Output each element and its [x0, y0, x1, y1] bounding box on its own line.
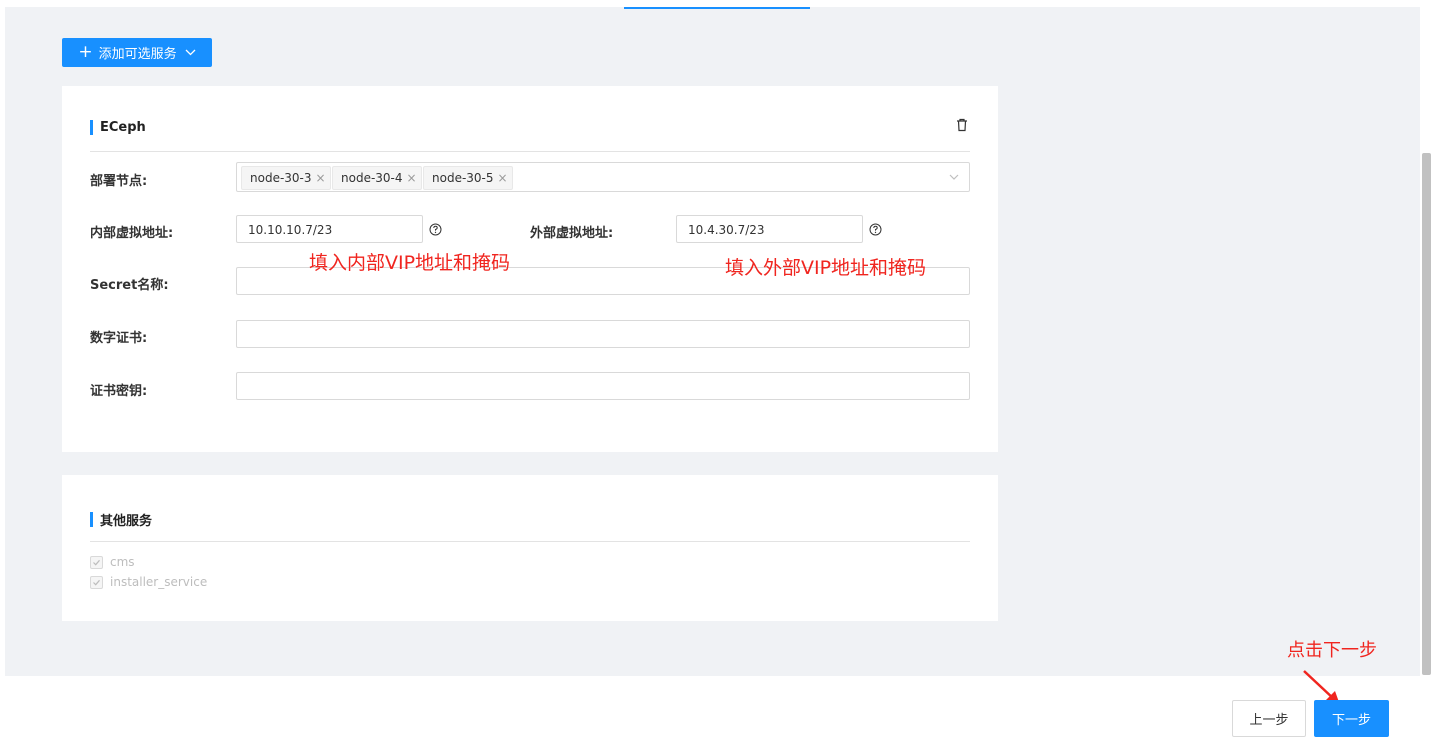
other-services-card: 其他服务 cms installer_service — [62, 475, 998, 621]
checkbox-disabled — [90, 575, 103, 589]
deploy-nodes-label: 部署节点: — [90, 174, 148, 189]
node-tag-label: node-30-4 — [341, 171, 403, 185]
external-vip-annotation: 填入外部VIP地址和掩码 — [725, 257, 927, 279]
chevron-down-icon — [185, 46, 196, 59]
external-vip-label: 外部虚拟地址: — [530, 226, 614, 241]
section-divider — [90, 541, 970, 542]
service-name: installer_service — [110, 575, 208, 589]
plus-icon: + — [78, 42, 93, 62]
certificate-label: 数字证书: — [90, 331, 148, 346]
node-tag-label: node-30-5 — [432, 171, 494, 185]
external-vip-input[interactable]: 10.4.30.7/23 — [676, 215, 863, 243]
active-step-indicator — [624, 7, 810, 9]
help-icon[interactable] — [869, 223, 882, 236]
previous-step-button[interactable]: 上一步 — [1232, 700, 1306, 737]
top-strip — [5, 0, 1420, 7]
node-tag: node-30-3 × — [241, 166, 331, 190]
checkbox-disabled — [90, 555, 103, 569]
cert-key-input[interactable] — [236, 372, 970, 400]
other-services-title-text: 其他服务 — [100, 514, 153, 529]
cert-key-label: 证书密钥: — [90, 384, 148, 399]
section-accent-bar — [90, 512, 93, 527]
internal-vip-annotation: 填入内部VIP地址和掩码 — [309, 252, 511, 274]
next-step-annotation: 点击下一步 — [1287, 640, 1377, 661]
secret-name-label: Secret名称: — [90, 278, 169, 293]
node-tag-label: node-30-3 — [250, 171, 312, 185]
scrollbar-thumb[interactable] — [1422, 153, 1431, 675]
section-divider — [90, 151, 970, 152]
service-checkbox-row: cms — [90, 555, 135, 569]
trash-icon[interactable] — [955, 118, 969, 132]
add-optional-service-button[interactable]: + 添加可选服务 — [62, 38, 212, 67]
service-name: cms — [110, 555, 135, 569]
chevron-down-icon — [949, 174, 959, 180]
add-optional-service-label: 添加可选服务 — [98, 47, 177, 62]
node-tag: node-30-5 × — [423, 166, 513, 190]
close-icon[interactable]: × — [407, 167, 417, 189]
internal-vip-input[interactable]: 10.10.10.7/23 — [236, 215, 423, 243]
deploy-nodes-select[interactable]: node-30-3 × node-30-4 × node-30-5 × — [236, 162, 970, 192]
node-tag: node-30-4 × — [332, 166, 422, 190]
internal-vip-label: 内部虚拟地址: — [90, 226, 174, 241]
other-services-section-title: 其他服务 — [90, 510, 152, 529]
close-icon[interactable]: × — [498, 167, 508, 189]
section-accent-bar — [90, 120, 93, 135]
eceph-title-text: ECeph — [100, 120, 146, 135]
next-step-button[interactable]: 下一步 — [1314, 700, 1389, 737]
certificate-input[interactable] — [236, 320, 970, 348]
close-icon[interactable]: × — [316, 167, 326, 189]
eceph-section-title: ECeph — [90, 120, 146, 135]
help-icon[interactable] — [429, 223, 442, 236]
service-checkbox-row: installer_service — [90, 575, 207, 589]
